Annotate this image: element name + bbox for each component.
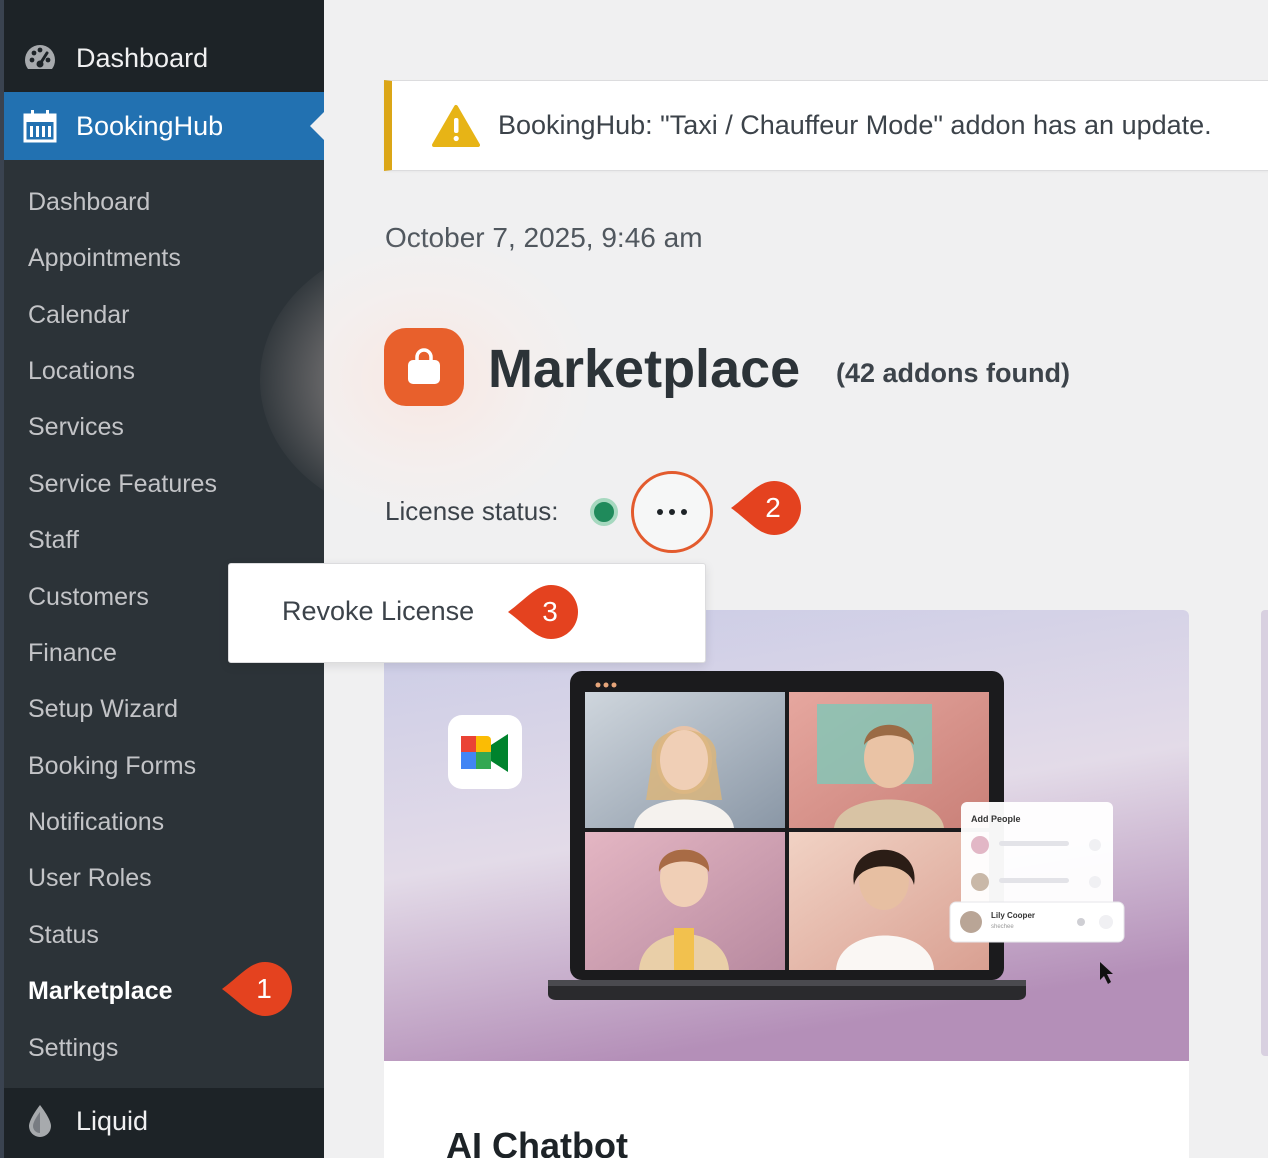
dashboard-gauge-icon — [22, 40, 58, 76]
revoke-license-item[interactable]: Revoke License — [282, 596, 474, 627]
warning-icon — [432, 104, 480, 147]
addon-card[interactable]: Add People Lily Cooper shechee AI Chatbo… — [384, 610, 1189, 1158]
submenu-staff[interactable]: Staff — [28, 520, 79, 560]
step-callout-1: 1 — [222, 962, 292, 1016]
submenu-services[interactable]: Services — [28, 407, 124, 447]
droplet-icon — [22, 1103, 58, 1139]
callout-number: 2 — [765, 492, 781, 523]
ellipsis-dot — [657, 509, 663, 515]
addon-title: AI Chatbot — [446, 1125, 628, 1158]
addon-preview-image: Add People Lily Cooper shechee — [384, 610, 1189, 1061]
next-addon-card[interactable] — [1261, 610, 1268, 1056]
panel-person-name: Lily Cooper — [991, 911, 1035, 920]
menu-dashboard-label: Dashboard — [76, 42, 209, 73]
step-callout-3: 3 — [508, 585, 578, 639]
submenu-setup-wizard[interactable]: Setup Wizard — [28, 689, 178, 729]
menu-liquid-label: Liquid — [76, 1105, 149, 1136]
license-status-indicator — [590, 498, 618, 526]
submenu-finance[interactable]: Finance — [28, 633, 117, 673]
submenu-notifications[interactable]: Notifications — [28, 802, 164, 842]
license-status-label: License status: — [385, 496, 559, 526]
page-title: Marketplace — [488, 339, 801, 399]
active-menu-arrow — [310, 112, 324, 140]
submenu-customers[interactable]: Customers — [28, 577, 149, 617]
license-options-menu: Revoke License — [228, 563, 706, 663]
submenu-locations[interactable]: Locations — [28, 351, 135, 391]
ellipsis-dot — [681, 509, 687, 515]
submenu-booking-forms[interactable]: Booking Forms — [28, 746, 196, 786]
menu-bookinghub[interactable]: BookingHub — [4, 92, 324, 160]
step-callout-2: 2 — [731, 481, 801, 535]
addon-update-notice: BookingHub: "Taxi / Chauffeur Mode" addo… — [384, 80, 1268, 171]
submenu-settings[interactable]: Settings — [28, 1028, 118, 1068]
notice-text: BookingHub: "Taxi / Chauffeur Mode" addo… — [498, 110, 1212, 140]
panel-person-sub: shechee — [991, 924, 1014, 930]
panel-title: Add People — [971, 814, 1021, 824]
ellipsis-dot — [669, 509, 675, 515]
submenu-calendar[interactable]: Calendar — [28, 295, 129, 335]
shopping-bag-icon — [384, 328, 464, 406]
menu-liquid[interactable]: Liquid — [4, 1087, 324, 1155]
menu-bookinghub-label: BookingHub — [76, 110, 224, 141]
calendar-icon — [22, 108, 58, 144]
submenu-user-roles[interactable]: User Roles — [28, 858, 152, 898]
addons-count: (42 addons found) — [836, 358, 1070, 388]
submenu-marketplace[interactable]: Marketplace — [28, 971, 173, 1011]
submenu-service-features[interactable]: Service Features — [28, 464, 217, 504]
submenu-status[interactable]: Status — [28, 915, 99, 955]
callout-number: 3 — [542, 596, 558, 627]
callout-number: 1 — [256, 973, 272, 1004]
menu-dashboard[interactable]: Dashboard — [4, 24, 324, 92]
submenu-appointments[interactable]: Appointments — [28, 238, 181, 278]
license-options-button[interactable] — [631, 471, 713, 553]
submenu-dashboard[interactable]: Dashboard — [28, 182, 150, 222]
